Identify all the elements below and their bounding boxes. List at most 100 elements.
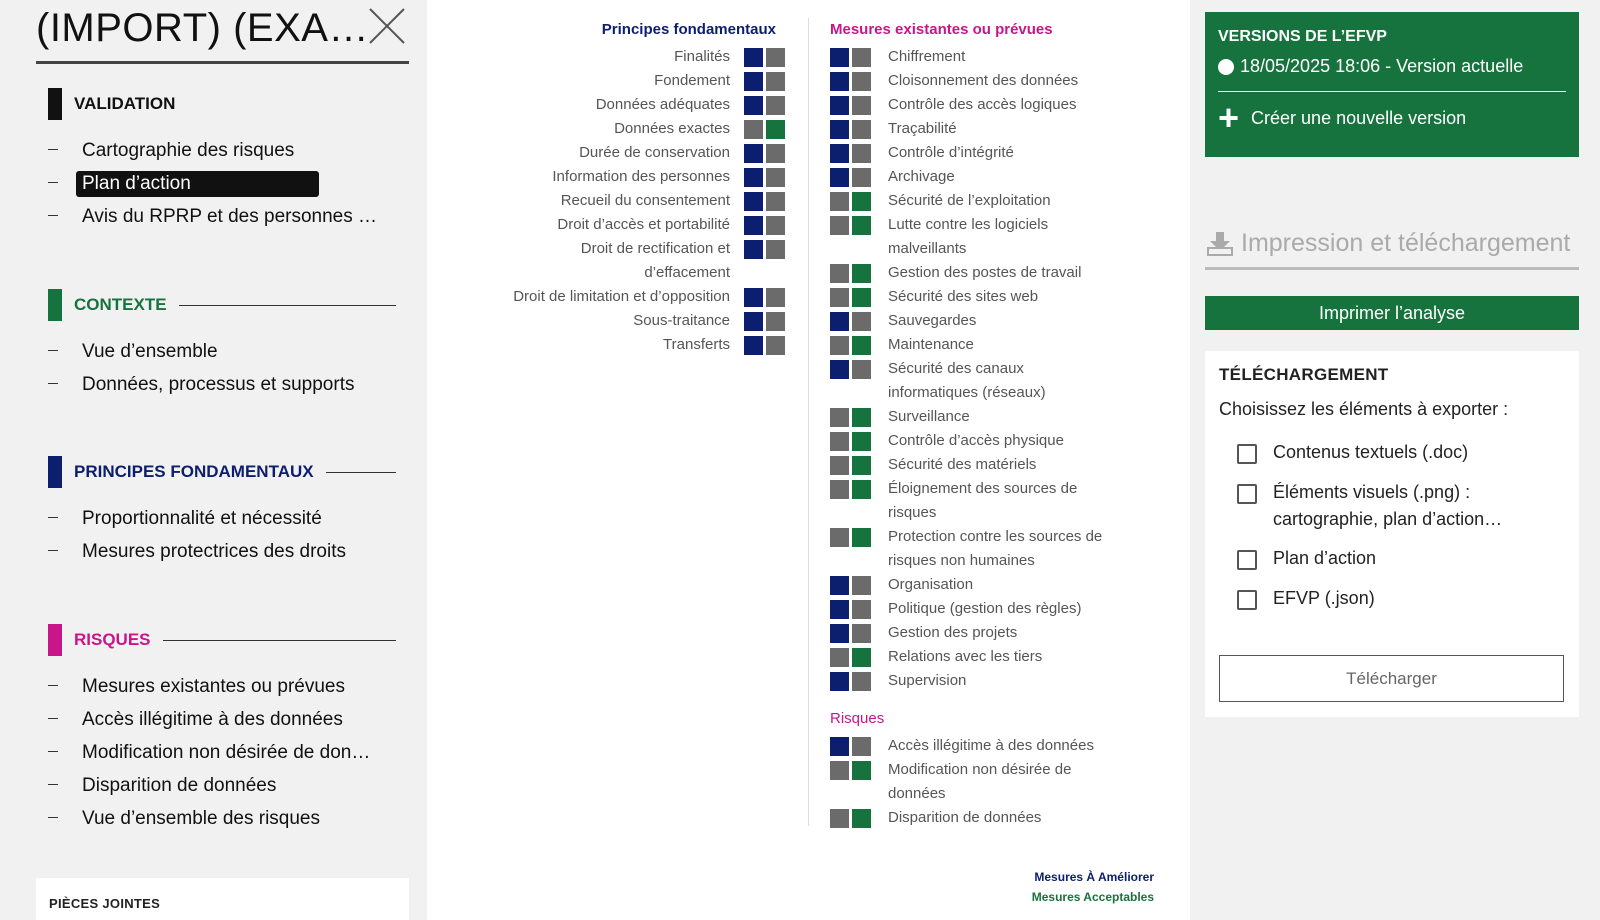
principe-status-square — [744, 168, 763, 187]
mesure-label: Surveillance — [888, 408, 970, 425]
principe-status-square — [744, 240, 763, 259]
section-principes: PRINCIPES FONDAMENTAUX Proportionnalité … — [48, 456, 396, 568]
mesure-label: Contrôle des accès logiques — [888, 96, 1077, 113]
option-visual-png[interactable]: Éléments visuels (.png) : cartographie, … — [1237, 482, 1565, 533]
mesure-status-square — [830, 360, 849, 379]
nav-item-label: Vue d’ensemble des risques — [82, 807, 320, 829]
mesure-status-square — [830, 576, 849, 595]
mesure-status-square — [852, 528, 871, 547]
current-version[interactable]: 18/05/2025 18:06 - Version actuelle — [1218, 56, 1566, 77]
nav-item-acces-illegitime[interactable]: Accès illégitime à des données — [48, 703, 396, 736]
nav-item-modification[interactable]: Modification non désirée de don… — [48, 736, 396, 769]
principe-status-square — [766, 120, 785, 139]
mesure-label: Politique (gestion des règles) — [888, 600, 1082, 617]
principe-status-square — [744, 72, 763, 91]
risque-label: Modification non désirée de données — [888, 761, 1072, 802]
mesure-label: Chiffrement — [888, 48, 966, 65]
mesure-status-square — [830, 600, 849, 619]
download-title: TÉLÉCHARGEMENT — [1219, 365, 1389, 384]
versions-title: VERSIONS DE L’EFVP — [1218, 28, 1387, 45]
mesure-status-square — [852, 120, 871, 139]
mesure-status-square — [830, 144, 849, 163]
nav-item-label: Cartographie des risques — [82, 139, 295, 161]
mesure-label: Sécurité des sites web — [888, 288, 1039, 305]
risque-status-square — [830, 809, 849, 828]
mesure-status-square — [852, 360, 871, 379]
risque-status-square — [830, 761, 849, 780]
mesure-status-square — [830, 216, 849, 235]
mesure-label: Sécurité des matériels — [888, 456, 1037, 473]
section-risques-title: RISQUES — [74, 630, 151, 649]
principe-status-square — [766, 288, 785, 307]
option-label: Éléments visuels (.png) : cartographie, … — [1273, 482, 1503, 529]
print-analysis-button[interactable]: Imprimer l’analyse — [1205, 296, 1579, 330]
checkbox[interactable] — [1237, 444, 1257, 464]
option-efvp-json[interactable]: EFVP (.json) — [1237, 588, 1565, 612]
principe-status-square — [766, 192, 785, 211]
download-icon — [1207, 231, 1233, 256]
mesure-status-square — [852, 576, 871, 595]
principe-status-square — [766, 240, 785, 259]
mesure-status-square — [852, 648, 871, 667]
principe-label: Transferts — [663, 336, 730, 353]
nav-item-disparition[interactable]: Disparition de données — [48, 769, 396, 802]
nav-item-mesures-existantes[interactable]: Mesures existantes ou prévues — [48, 670, 396, 703]
section-divider — [178, 304, 396, 306]
nav-item-mesures-protectrices[interactable]: Mesures protectrices des droits — [48, 535, 396, 568]
principe-label: Données exactes — [614, 120, 730, 137]
principe-status-square — [744, 336, 763, 355]
nav-item-vue-risques[interactable]: Vue d’ensemble des risques — [48, 802, 396, 835]
nav-item-vue-ensemble[interactable]: Vue d’ensemble — [48, 335, 396, 368]
option-label: Contenus textuels (.doc) — [1273, 442, 1469, 462]
print-section-header: Impression et téléchargement — [1205, 220, 1579, 270]
versions-panel: VERSIONS DE L’EFVP 18/05/2025 18:06 - Ve… — [1205, 12, 1579, 157]
principe-status-square — [744, 288, 763, 307]
nav-item-donnees-processus[interactable]: Données, processus et supports — [48, 368, 396, 401]
option-plan-action[interactable]: Plan d’action — [1237, 548, 1565, 572]
checkbox[interactable] — [1237, 484, 1257, 504]
principe-label: Finalités — [674, 48, 730, 65]
mesure-status-square — [830, 168, 849, 187]
checkbox[interactable] — [1237, 590, 1257, 610]
mesure-status-square — [852, 264, 871, 283]
nav-item-label: Vue d’ensemble — [82, 340, 218, 362]
risque-status-square — [852, 737, 871, 756]
mesure-status-square — [830, 336, 849, 355]
mesure-status-square — [830, 192, 849, 211]
mesure-status-square — [852, 408, 871, 427]
nav-item-plan-action[interactable]: Plan d’action — [48, 167, 396, 200]
section-risques-marker — [48, 624, 62, 656]
nav-item-avis-rprp[interactable]: Avis du RPRP et des personnes … — [48, 200, 396, 233]
mesure-status-square — [852, 624, 871, 643]
section-divider — [325, 471, 396, 473]
sidebar: (IMPORT) (EXA… VALIDATION Cartographie d… — [0, 0, 425, 920]
download-button[interactable]: Télécharger — [1219, 655, 1564, 702]
principe-status-square — [766, 96, 785, 115]
mesure-status-square — [852, 96, 871, 115]
plus-icon: + — [1218, 97, 1240, 138]
mesure-status-square — [852, 312, 871, 331]
option-text-doc[interactable]: Contenus textuels (.doc) — [1237, 442, 1565, 466]
current-version-label: 18/05/2025 18:06 - Version actuelle — [1240, 56, 1524, 76]
mesure-status-square — [830, 288, 849, 307]
download-panel: TÉLÉCHARGEMENT Choisissez les éléments à… — [1205, 351, 1579, 717]
section-validation-title: VALIDATION — [74, 94, 176, 113]
mesure-status-square — [830, 480, 849, 499]
mesure-label: Relations avec les tiers — [888, 648, 1043, 665]
section-risques: RISQUES Mesures existantes ou prévues Ac… — [48, 624, 396, 835]
mesure-label: Sécurité des canaux informatiques (réseau… — [888, 360, 1046, 401]
risque-status-square — [852, 761, 871, 780]
checkbox[interactable] — [1237, 550, 1257, 570]
nav-item-proportionnalite[interactable]: Proportionnalité et nécessité — [48, 502, 396, 535]
mesures-column-title: Mesures existantes ou prévues — [830, 21, 1053, 38]
principe-label: Sous-traitance — [633, 312, 730, 329]
close-button[interactable] — [367, 6, 407, 46]
nav-item-cartographie[interactable]: Cartographie des risques — [48, 134, 396, 167]
nav-item-label: Accès illégitime à des données — [82, 708, 343, 730]
principe-status-square — [744, 312, 763, 331]
mesure-label: Gestion des postes de travail — [888, 264, 1082, 281]
new-version-button[interactable]: + Créer une nouvelle version — [1218, 97, 1566, 138]
close-icon — [369, 8, 405, 44]
mesure-status-square — [852, 192, 871, 211]
principe-status-square — [744, 48, 763, 67]
